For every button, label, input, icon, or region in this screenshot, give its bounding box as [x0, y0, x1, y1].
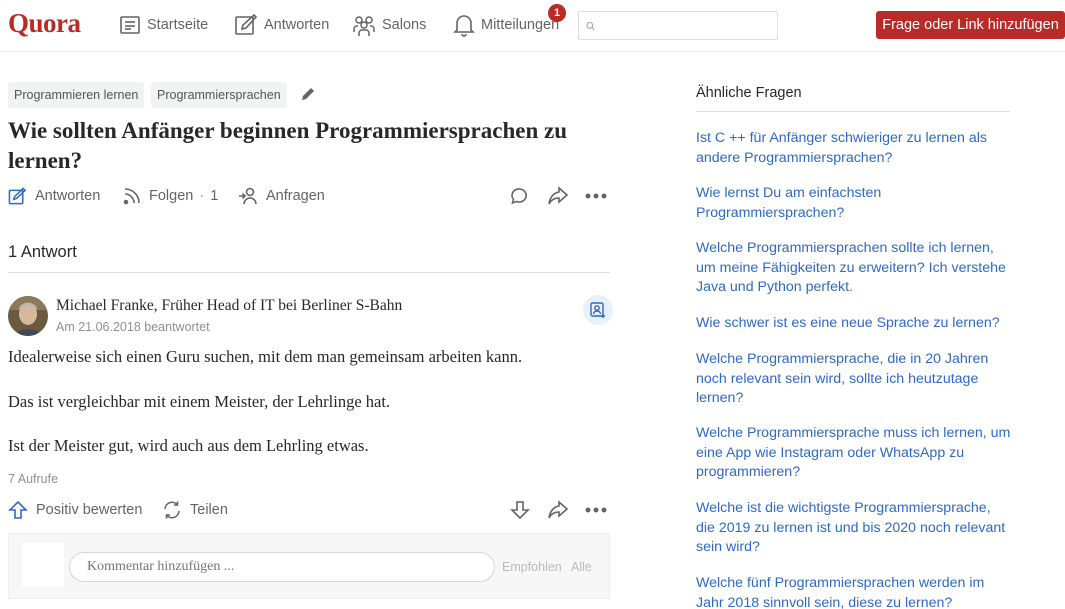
link-line: lernen?	[696, 390, 744, 407]
link-line: Welche fünf Programmiersprachen werden i…	[696, 575, 985, 591]
answer-paragraph: Das ist vergleichbar mit einem Meister, …	[8, 392, 391, 411]
share-button[interactable]: Teilen	[162, 499, 228, 521]
top-navigation-bar: Quora Startseite Antworten Salons Mittei…	[0, 0, 1065, 52]
answer-button[interactable]: Antworten	[8, 185, 100, 207]
follow-separator: ·	[199, 188, 205, 204]
upvote-arrow-icon	[8, 500, 28, 519]
related-question-link[interactable]: Wie schwer ist es eine neue Sprache zu l…	[696, 314, 1016, 334]
add-question-button[interactable]: Frage oder Link hinzufügen	[876, 11, 1065, 39]
answer-paragraph: Ist der Meister gut, wird auch aus dem L…	[8, 436, 369, 455]
comment-bubble-icon[interactable]	[510, 187, 529, 205]
link-line: Programmiersprachen?	[696, 204, 845, 221]
link-line: um meine Fähigkeiten zu erweitern? Ich v…	[696, 259, 1006, 276]
link-line: programmieren?	[696, 464, 801, 481]
nav-antworten[interactable]: Antworten	[234, 10, 329, 40]
downvote-arrow-icon[interactable]	[510, 500, 530, 520]
related-question-link[interactable]: Welche fünf Programmiersprachen werden i…	[696, 574, 1016, 609]
bell-icon	[453, 15, 475, 37]
link-line: noch relevant sein wird, sollte ich heut…	[696, 370, 979, 387]
question-title: Wie sollten Anfänger beginnen Programmie…	[8, 118, 568, 173]
view-count: 7 Aufrufe	[8, 472, 59, 486]
add-person-icon	[239, 187, 257, 205]
search-icon	[586, 21, 595, 30]
nav-salons[interactable]: Salons	[352, 10, 426, 40]
section-divider	[8, 272, 610, 273]
search-input[interactable]	[601, 18, 777, 33]
comment-section: Empfohlen Alle	[8, 533, 610, 599]
nav-salons-label: Salons	[382, 17, 427, 33]
edit-topics-icon[interactable]	[300, 86, 316, 102]
link-line: Wie lernst Du am einfachsten	[696, 185, 882, 201]
share-label: Teilen	[190, 502, 228, 518]
add-follower-icon	[589, 301, 605, 318]
rss-follow-icon	[123, 188, 140, 205]
nav-mitteilungen-label: Mitteilungen	[481, 17, 560, 33]
search-box[interactable]	[578, 11, 778, 40]
link-line: eine App wie Instagram oder WhatsApp zu	[696, 444, 965, 461]
related-question-link[interactable]: Wie lernst Du am einfachsten Programmier…	[696, 184, 1016, 223]
related-questions-heading: Ähnliche Fragen	[696, 85, 802, 101]
related-question-link[interactable]: Welche Programmiersprache, die in 20 Jah…	[696, 350, 1016, 409]
link-line: andere Programmiersprachen?	[696, 149, 893, 166]
nav-startseite[interactable]: Startseite	[119, 10, 208, 40]
share-arrow-icon[interactable]	[547, 500, 569, 520]
link-line: Welche ist die wichtigste Programmierspr…	[696, 500, 991, 516]
upvote-label: Positiv bewerten	[36, 502, 143, 518]
request-answer-label: Anfragen	[266, 188, 325, 204]
follow-button-label: Folgen	[149, 188, 194, 204]
tab-recommended[interactable]: Empfohlen	[502, 560, 562, 574]
nav-antworten-label: Antworten	[264, 17, 330, 33]
answer-date[interactable]: Am 21.06.2018 beantwortet	[56, 320, 210, 334]
upvote-button[interactable]: Positiv bewerten	[8, 499, 142, 521]
link-line: Welche Programmiersprache, die in 20 Jah…	[696, 351, 989, 367]
more-options-icon[interactable]	[585, 507, 607, 513]
more-options-icon[interactable]	[585, 193, 607, 199]
user-avatar	[22, 543, 64, 587]
related-question-link[interactable]: Welche Programmiersprache muss ich lerne…	[696, 424, 1016, 483]
link-line: Wie schwer ist es eine neue Sprache zu l…	[696, 315, 1000, 331]
request-answer-button[interactable]: Anfragen	[238, 185, 325, 207]
quora-logo[interactable]: Quora	[8, 8, 81, 39]
nav-startseite-label: Startseite	[147, 17, 209, 33]
reshare-cycle-icon	[164, 501, 180, 519]
link-line: Welche Programmiersprache muss ich lerne…	[696, 425, 1011, 441]
link-line: Welche Programmiersprachen sollte ich le…	[696, 240, 994, 256]
topic-tag[interactable]: Programmiersprachen	[151, 82, 287, 108]
related-question-link[interactable]: Welche Programmiersprachen sollte ich le…	[696, 239, 1016, 298]
link-line: sein wird?	[696, 539, 760, 556]
answer-count-heading: 1 Antwort	[8, 243, 77, 261]
comment-input[interactable]	[69, 552, 495, 582]
link-line: Jahr 2018 sinnvoll sein, diese zu lernen…	[696, 594, 953, 609]
author-avatar[interactable]	[8, 296, 48, 336]
answer-button-label: Antworten	[35, 188, 101, 204]
pencil-square-icon	[8, 186, 27, 204]
share-arrow-icon[interactable]	[547, 186, 569, 206]
related-question-link[interactable]: Ist C ++ für Anfänger schwieriger zu ler…	[696, 129, 1016, 168]
nav-mitteilungen[interactable]: Mitteilungen	[453, 10, 559, 40]
follow-button[interactable]: Folgen · 1	[123, 185, 218, 207]
link-line: Ist C ++ für Anfänger schwieriger zu ler…	[696, 130, 987, 146]
answer-paragraph: Idealerweise sich einen Guru suchen, mit…	[8, 347, 523, 366]
tab-all[interactable]: Alle	[571, 560, 592, 574]
link-line: Java und Python perfekt.	[696, 279, 853, 296]
link-line: die 2019 zu lernen ist und bis 2020 noch…	[696, 519, 1006, 536]
follow-count: 1	[210, 188, 219, 204]
notification-count-badge: 1	[548, 4, 566, 22]
pencil-square-icon	[235, 13, 258, 35]
follow-author-button[interactable]	[583, 295, 613, 325]
related-question-link[interactable]: Welche ist die wichtigste Programmierspr…	[696, 499, 1016, 558]
author-name-credential[interactable]: Michael Franke, Früher Head of IT bei Be…	[56, 297, 402, 315]
home-feed-icon	[120, 16, 140, 34]
people-icon	[353, 16, 375, 36]
topic-tag[interactable]: Programmieren lernen	[8, 82, 145, 108]
sidebar-divider	[696, 111, 1010, 112]
